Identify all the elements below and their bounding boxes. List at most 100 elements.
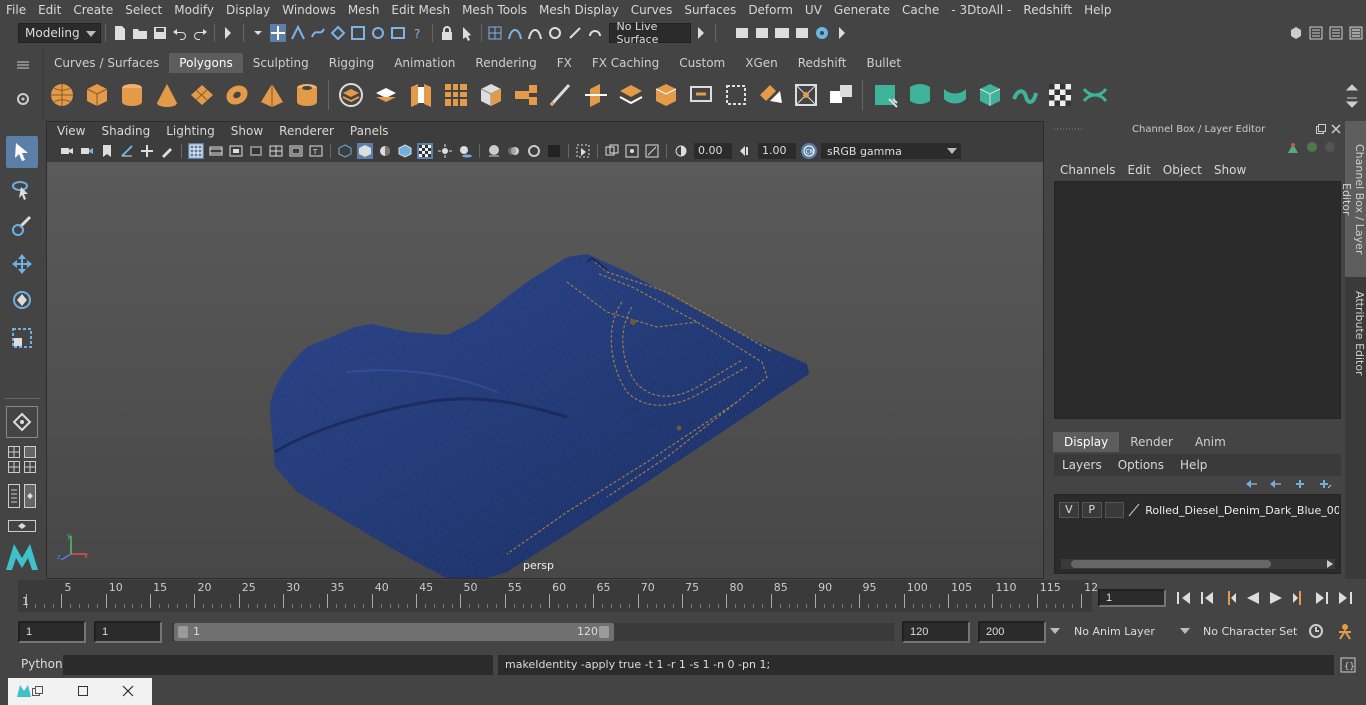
menu-mesh-display[interactable]: Mesh Display — [533, 3, 625, 17]
new-scene-icon[interactable] — [112, 24, 128, 42]
merge-icon[interactable] — [791, 80, 821, 110]
character-set-dropdown[interactable]: No Character Set — [1195, 621, 1300, 643]
layer-color-icon[interactable] — [1127, 503, 1141, 517]
scroll-right-icon[interactable] — [1327, 560, 1333, 568]
image-plane-icon[interactable] — [119, 143, 135, 159]
select-joints-icon[interactable] — [290, 24, 306, 42]
exposure-icon[interactable] — [673, 143, 689, 159]
2d-pan-zoom-icon[interactable] — [139, 143, 155, 159]
poly-cube-icon[interactable] — [82, 80, 112, 110]
range-end-handle[interactable] — [599, 626, 609, 638]
gamma-icon[interactable] — [737, 143, 753, 159]
shelf-tab-fx-caching[interactable]: FX Caching — [582, 53, 669, 73]
xray-icon[interactable] — [604, 143, 620, 159]
new-empty-layer-icon[interactable] — [1294, 478, 1308, 490]
chevron-down-icon[interactable] — [1050, 627, 1060, 635]
smooth-shade-icon[interactable] — [357, 143, 373, 159]
float-panel-icon[interactable] — [1316, 124, 1326, 134]
persp-outliner-layout-button[interactable] — [24, 484, 36, 511]
separate-icon[interactable] — [371, 80, 401, 110]
save-scene-icon[interactable] — [152, 24, 168, 42]
shelf-tab-rigging[interactable]: Rigging — [319, 53, 384, 73]
channel-box-menu-channels[interactable]: Channels — [1054, 163, 1122, 177]
rotate-tool[interactable] — [6, 284, 38, 316]
wireframe-on-shaded-icon[interactable] — [397, 143, 413, 159]
shelf-tab-xgen[interactable]: XGen — [735, 53, 788, 73]
workspace-icon[interactable] — [1288, 24, 1304, 42]
layer-list-scrollbar[interactable] — [1061, 559, 1335, 569]
extrude-icon[interactable] — [651, 80, 681, 110]
viewport-menu-view[interactable]: View — [49, 124, 93, 138]
menu-windows[interactable]: Windows — [276, 3, 342, 17]
move-layer-up-icon[interactable] — [1244, 478, 1258, 490]
select-dynamics-icon[interactable] — [370, 24, 386, 42]
channel-box-menu-show[interactable]: Show — [1208, 163, 1252, 177]
xray-components-icon[interactable] — [644, 143, 660, 159]
scrollbar-thumb[interactable] — [1071, 560, 1271, 568]
live-surface-field[interactable]: No Live Surface — [609, 20, 692, 46]
wireframe-icon[interactable] — [337, 143, 353, 159]
menu-redshift[interactable]: Redshift — [1017, 3, 1078, 17]
select-by-component-icon[interactable] — [250, 24, 266, 42]
expand-arrow-icon[interactable] — [834, 24, 850, 42]
command-input[interactable] — [63, 655, 493, 675]
layer-tab-render[interactable]: Render — [1119, 432, 1184, 452]
cut-uv-edges-icon[interactable] — [1080, 80, 1110, 110]
select-misc-icon[interactable]: ? — [410, 24, 426, 42]
cylindrical-uv-icon[interactable] — [905, 80, 935, 110]
menu-curves[interactable]: Curves — [625, 3, 679, 17]
menu-uv[interactable]: UV — [799, 3, 828, 17]
render-settings-icon[interactable] — [794, 24, 810, 42]
automatic-uv-icon[interactable] — [975, 80, 1005, 110]
layer-menu-help[interactable]: Help — [1172, 458, 1215, 472]
render-frame-icon[interactable] — [734, 24, 750, 42]
layer-name[interactable]: Rolled_Diesel_Denim_Dark_Blue_001_ — [1145, 504, 1339, 517]
channel-box-area[interactable] — [1054, 181, 1341, 419]
layout-stacked-button[interactable] — [24, 461, 36, 476]
layer-visibility-toggle[interactable]: V — [1059, 502, 1079, 518]
isolate-select-icon[interactable] — [575, 143, 591, 159]
depth-of-field-icon[interactable] — [546, 143, 562, 159]
motion-blur-icon[interactable] — [506, 143, 522, 159]
shelf-tab-animation[interactable]: Animation — [384, 53, 465, 73]
menu-mesh[interactable]: Mesh — [342, 3, 386, 17]
side-tab-channel-box[interactable]: Channel Box / Layer Editor — [1340, 121, 1366, 277]
shelf-tab-custom[interactable]: Custom — [669, 53, 735, 73]
chevron-down-icon[interactable] — [1180, 627, 1190, 635]
textured-icon[interactable] — [417, 143, 433, 159]
select-tool[interactable] — [6, 136, 38, 168]
combine-icon[interactable] — [336, 80, 366, 110]
select-by-hierarchy-icon[interactable] — [221, 24, 237, 42]
expand-arrow-icon[interactable] — [693, 24, 709, 42]
viewport-menu-renderer[interactable]: Renderer — [271, 124, 342, 138]
film-gate-icon[interactable] — [208, 143, 224, 159]
xray-joints-icon[interactable] — [624, 143, 640, 159]
spherical-uv-icon[interactable] — [940, 80, 970, 110]
go-to-end-button[interactable] — [1333, 588, 1356, 608]
anti-aliasing-icon[interactable] — [526, 143, 542, 159]
close-icon[interactable] — [122, 685, 134, 697]
select-camera-icon[interactable] — [59, 143, 75, 159]
select-curves-icon[interactable] — [310, 24, 326, 42]
make-live-icon[interactable] — [587, 24, 603, 42]
toggle-channel-box-icon[interactable] — [1348, 24, 1364, 42]
toggle-tool-settings-icon[interactable] — [1328, 24, 1344, 42]
anim-layer-dropdown[interactable]: No Anim Layer — [1066, 621, 1176, 643]
color-space-dropdown[interactable]: sRGB gamma — [821, 143, 961, 159]
layer-playback-toggle[interactable]: P — [1081, 502, 1102, 518]
redo-icon[interactable] — [192, 24, 208, 42]
menu-file[interactable]: File — [0, 3, 32, 17]
menu-display[interactable]: Display — [220, 3, 276, 17]
gamma-field[interactable]: 1.00 — [758, 143, 796, 159]
ipr-render-icon[interactable] — [754, 24, 770, 42]
menu-create[interactable]: Create — [67, 3, 119, 17]
poly-sphere-icon[interactable] — [47, 80, 77, 110]
range-slider-bar[interactable]: 1 120 — [174, 623, 614, 641]
planar-uv-icon[interactable] — [870, 80, 900, 110]
close-icon[interactable] — [1331, 124, 1341, 134]
move-tool[interactable] — [6, 248, 38, 280]
viewport-menu-lighting[interactable]: Lighting — [158, 124, 223, 138]
paint-select-tool[interactable] — [6, 210, 38, 242]
menu-cache[interactable]: Cache — [896, 3, 945, 17]
playback-start-field[interactable] — [94, 621, 162, 643]
